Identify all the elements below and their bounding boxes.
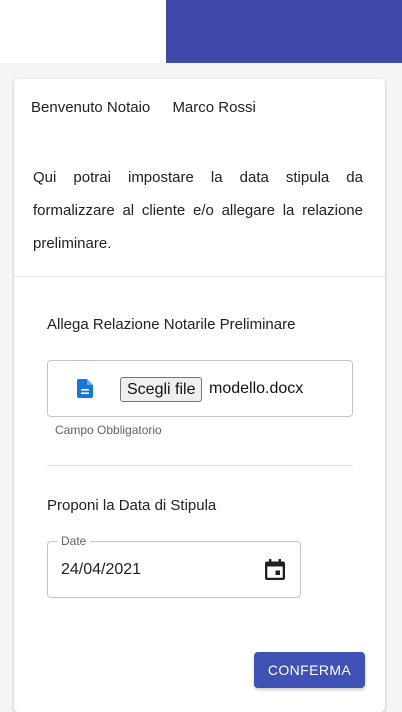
welcome-label: Benvenuto Notaio xyxy=(31,99,151,116)
date-field[interactable]: Date 24/04/2021 xyxy=(47,534,301,598)
confirm-button[interactable]: CONFERMA xyxy=(254,652,365,688)
section-divider xyxy=(14,276,385,277)
date-label: Date xyxy=(57,534,91,548)
stipula-title: Proponi la Data di Stipula xyxy=(47,497,217,514)
calendar-icon[interactable] xyxy=(265,559,285,580)
selected-file-name: modello.docx xyxy=(209,380,304,397)
document-icon xyxy=(77,379,93,398)
stipula-card: Benvenuto Notaio Marco Rossi Qui potrai … xyxy=(14,79,385,712)
file-upload-field: Scegli file modello.docx xyxy=(47,360,353,417)
welcome-line: Benvenuto Notaio Marco Rossi xyxy=(31,99,256,116)
required-hint: Campo Obbligatorio xyxy=(55,423,162,437)
inner-divider xyxy=(47,465,353,466)
date-input-value[interactable]: 24/04/2021 xyxy=(61,561,141,579)
intro-text: Qui potrai impostare la data stipula da … xyxy=(33,169,363,252)
choose-file-button[interactable]: Scegli file xyxy=(120,377,203,402)
header-bar xyxy=(166,0,402,63)
user-name: Marco Rossi xyxy=(172,99,256,116)
attachment-title: Allega Relazione Notarile Preliminare xyxy=(47,316,296,333)
